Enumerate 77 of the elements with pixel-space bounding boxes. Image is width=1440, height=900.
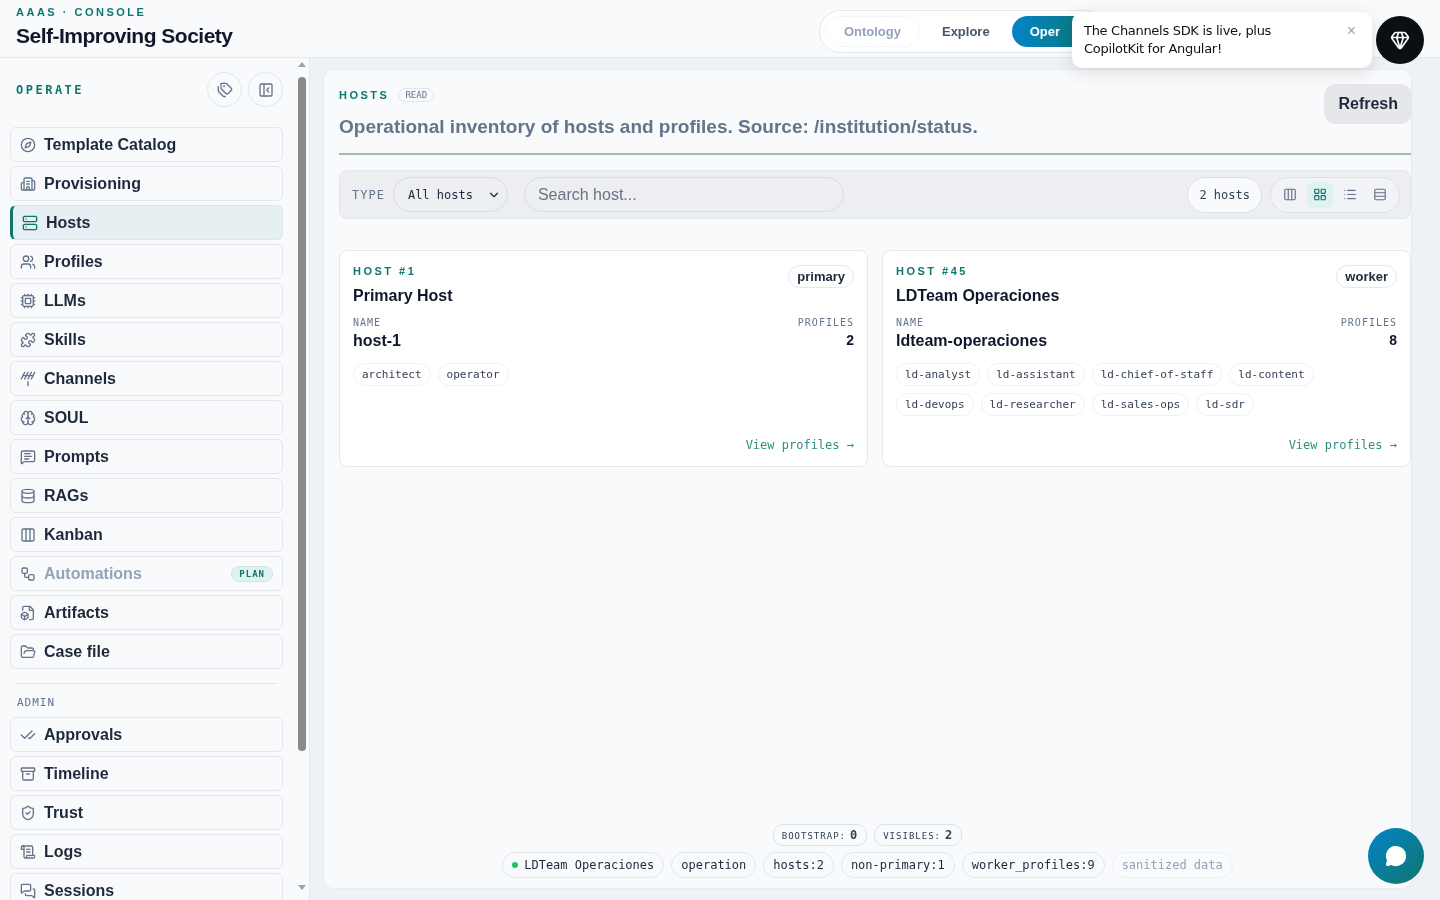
name-label: NAME [896,317,925,328]
sidebar-item[interactable]: Artifacts [10,595,283,630]
puzzle-icon [20,331,36,348]
host-number: HOST #1 [353,265,417,277]
messages-icon [20,882,36,899]
sidebar-item[interactable]: Hosts [10,205,283,240]
building-icon [20,175,36,192]
scroll-icon [20,843,36,860]
panel-eyebrow: HOSTS [339,89,390,101]
users-icon [20,253,36,270]
compass-icon [20,136,36,153]
sidebar-item[interactable]: Prompts [10,439,283,474]
sidebar-item[interactable]: SOUL [10,400,283,435]
view-profiles-link[interactable]: View profiles → [745,416,854,452]
sidebar-item[interactable]: Trust [10,795,283,830]
gem-icon [1390,30,1410,50]
sidebar-item[interactable]: Skills [10,322,283,357]
panel-collapse-icon [257,81,274,98]
tags-icon [216,81,233,98]
type-label: TYPE [352,187,385,202]
antenna-icon [20,370,36,387]
profile-count: 2 [846,332,854,348]
sidebar-item[interactable]: Profiles [10,244,283,279]
profiles-label: PROFILES [1340,317,1397,328]
nav-tab[interactable]: Explore [923,16,1008,47]
section-label: OPERATE [16,82,85,97]
sidebar-item[interactable]: Approvals [10,717,283,752]
profiles-label: PROFILES [797,317,854,328]
host-name: host-1 [353,332,401,350]
columns-icon [20,526,36,543]
server-icon [22,214,38,231]
folder-icon [20,643,36,660]
shield-check-icon [20,804,36,821]
panel-description: Operational inventory of hosts and profiles. Source: /institution/status. [339,116,978,138]
plan-badge: PLAN [231,565,273,582]
sidebar-item[interactable]: Kanban [10,517,283,552]
search-field[interactable]: Search host... [523,177,844,212]
view-grid-button[interactable] [1307,181,1333,208]
console-eyebrow: AAAS · CONSOLE [16,5,148,18]
host-count: 2 hosts [1187,176,1262,213]
file-icon [20,604,36,621]
app-title: Self-Improving Society [16,23,233,48]
host-title: Primary Host [353,287,453,305]
host-number: HOST #45 [896,265,968,277]
sidebar-item[interactable]: Case file [10,634,283,669]
cpu-icon [20,292,36,309]
scrollbar[interactable] [297,60,307,892]
refresh-button[interactable]: Refresh [1324,84,1412,124]
host-name: ldteam-operaciones [896,332,1048,350]
sidebar-item[interactable]: Provisioning [10,166,283,201]
counter-badge: VISIBLES: 2 [874,824,963,846]
sidebar-item[interactable]: Timeline [10,756,283,791]
list-icon [1343,187,1357,202]
rows-icon [1373,187,1387,202]
view-profiles-link[interactable]: View profiles → [1288,416,1397,452]
profile-count: 8 [1389,332,1397,348]
sidebar-item[interactable]: LLMs [10,283,283,318]
status-dot [512,862,519,868]
chat-bubble-icon [1385,845,1407,867]
sidebar-item[interactable]: Logs [10,834,283,869]
brain-icon [20,409,36,426]
workflow-icon [20,565,36,582]
archive-icon [20,765,36,782]
tags-button[interactable] [207,72,242,107]
sidebar-item[interactable]: Template Catalog [10,127,283,162]
host-title: LDTeam Operaciones [896,287,1060,305]
counter-badge: BOOTSTRAP: 0 [772,824,868,846]
collapse-sidebar-button[interactable] [248,72,283,107]
name-label: NAME [353,317,382,328]
columns-icon [1283,187,1297,202]
sidebar-item[interactable]: Sessions [10,873,283,900]
section-label: ADMIN [16,695,57,711]
message-icon [20,448,36,465]
sidebar-item[interactable]: RAGs [10,478,283,513]
grid-icon [1313,187,1327,202]
database-icon [20,487,36,504]
sidebar-item[interactable]: Channels [10,361,283,396]
